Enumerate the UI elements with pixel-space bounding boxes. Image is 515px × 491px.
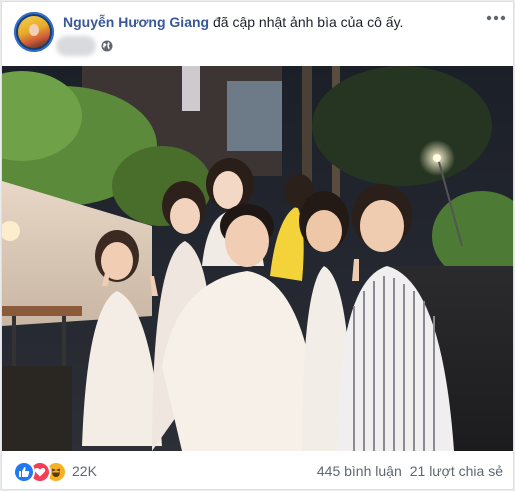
avatar-face: [29, 24, 39, 36]
avatar-image: [18, 16, 50, 48]
cover-photo-image: [2, 66, 513, 451]
post-title: Nguyễn Hương Giang đã cập nhật ảnh bìa c…: [63, 14, 403, 30]
post-card: Nguyễn Hương Giang đã cập nhật ảnh bìa c…: [1, 1, 514, 490]
cover-photo[interactable]: [2, 66, 513, 451]
post-footer: 22K 445 bình luận 21 lượt chia sẻ: [2, 451, 513, 489]
post-timestamp-blurred[interactable]: [56, 36, 96, 56]
more-horizontal-icon[interactable]: [486, 12, 506, 24]
author-avatar[interactable]: [14, 12, 54, 52]
reaction-count[interactable]: 22K: [72, 463, 97, 479]
post-stats: 445 bình luận 21 lượt chia sẻ: [317, 463, 503, 479]
shares-count[interactable]: 21 lượt chia sẻ: [410, 463, 503, 479]
comments-count[interactable]: 445 bình luận: [317, 463, 402, 479]
author-name[interactable]: Nguyễn Hương Giang: [63, 14, 209, 30]
globe-icon[interactable]: [101, 40, 113, 52]
like-icon: [13, 461, 35, 483]
post-action-text: đã cập nhật ảnh bìa của cô ấy.: [209, 14, 404, 30]
post-header: Nguyễn Hương Giang đã cập nhật ảnh bìa c…: [2, 2, 513, 66]
